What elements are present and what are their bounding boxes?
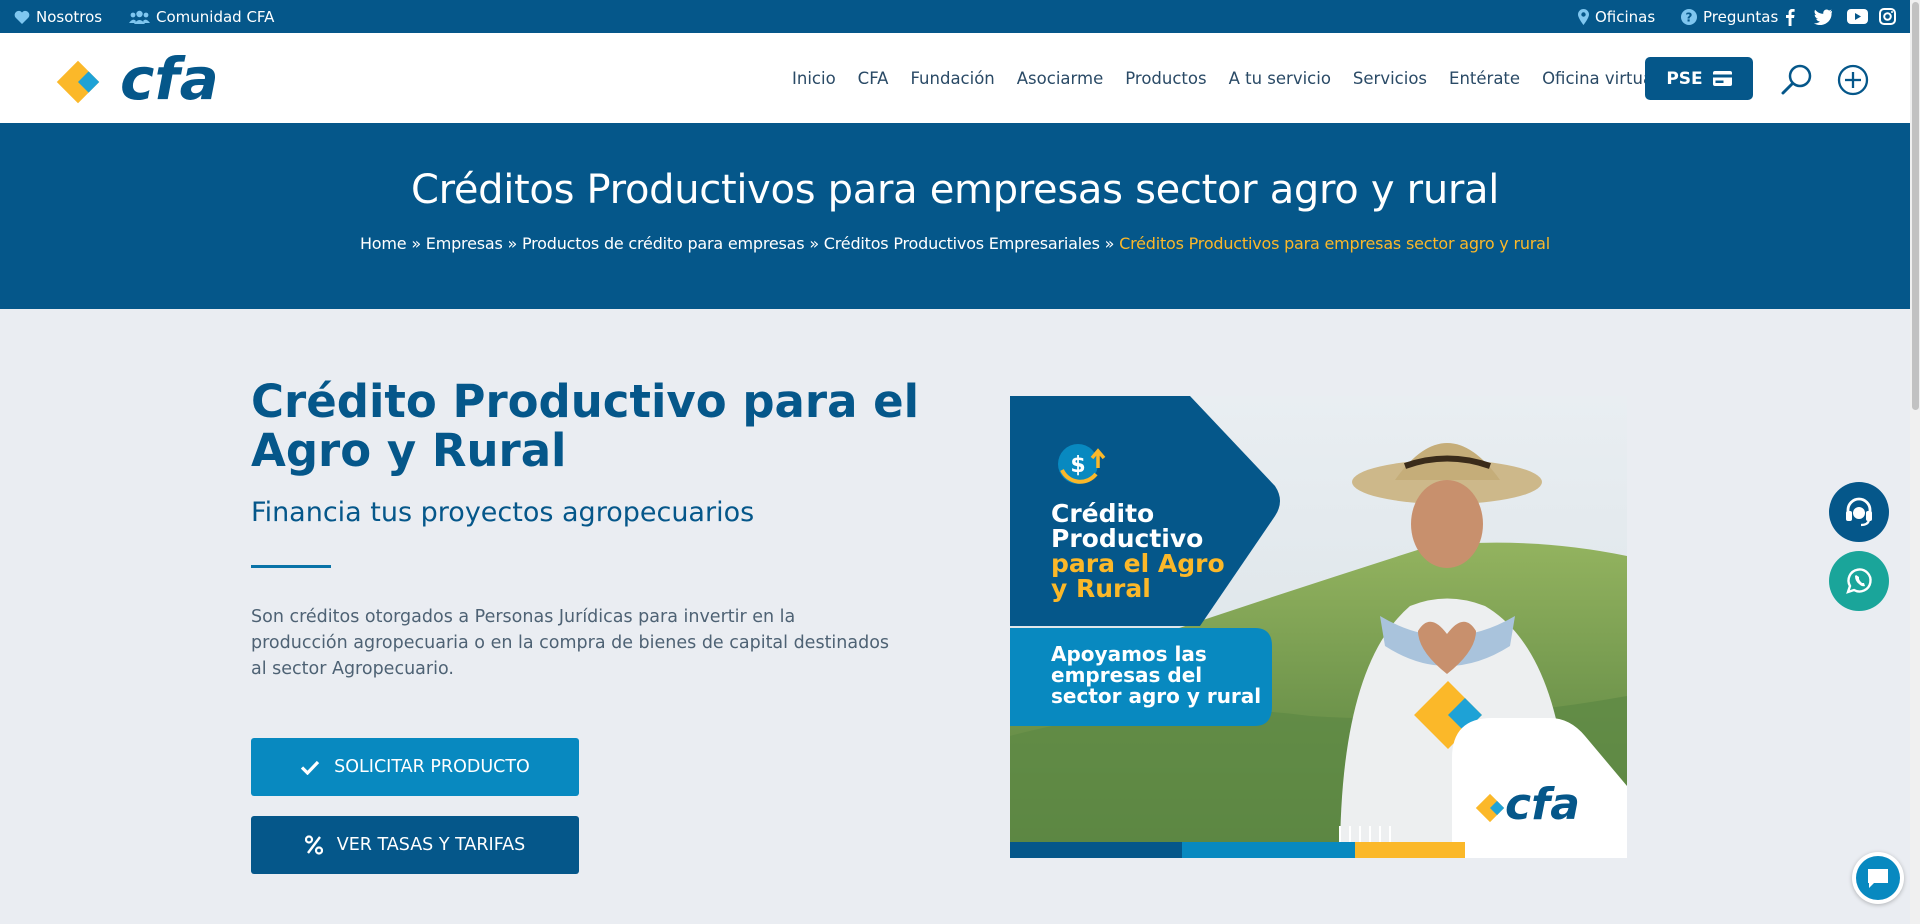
youtube-icon xyxy=(1847,9,1868,24)
nav-asociarme[interactable]: Asociarme xyxy=(1017,69,1103,88)
twitter-icon xyxy=(1813,8,1832,25)
nav-fundacion[interactable]: Fundación xyxy=(910,69,994,88)
title-divider xyxy=(251,565,331,568)
breadcrumb-empresas[interactable]: Empresas xyxy=(426,234,503,253)
check-icon xyxy=(301,760,320,775)
users-icon xyxy=(129,10,150,24)
support-agent-button[interactable] xyxy=(1829,482,1889,542)
breadcrumb-creditos-productivos[interactable]: Créditos Productivos Empresariales xyxy=(824,234,1100,253)
instagram-icon xyxy=(1879,8,1896,25)
pse-button[interactable]: PSE xyxy=(1645,57,1753,100)
whatsapp-button[interactable] xyxy=(1829,551,1889,611)
promo-logo-text: cfa xyxy=(1505,779,1580,830)
breadcrumb-productos-credito[interactable]: Productos de crédito para empresas xyxy=(522,234,805,253)
top-bar: Nosotros Comunidad CFA Oficinas ? Pregun… xyxy=(0,0,1910,33)
nav-enterate[interactable]: Entérate xyxy=(1449,69,1520,88)
promo-subline: Apoyamos las empresas del sector agro y … xyxy=(1051,644,1261,707)
instagram-link[interactable] xyxy=(1879,0,1896,33)
breadcrumb-separator: » xyxy=(809,234,819,253)
svg-text:cfa: cfa xyxy=(120,49,215,109)
nav-oficina-virtual[interactable]: Oficina virtual xyxy=(1542,69,1658,88)
svg-text:?: ? xyxy=(1686,10,1693,24)
promo-line4: y Rural xyxy=(1051,574,1151,603)
twitter-link[interactable] xyxy=(1813,0,1832,33)
oficinas-link[interactable]: Oficinas xyxy=(1578,0,1655,33)
breadcrumb-separator: » xyxy=(1104,234,1115,253)
add-button[interactable] xyxy=(1836,63,1870,97)
promo-line1: Crédito xyxy=(1051,499,1155,528)
promo-sub2: empresas del xyxy=(1051,663,1203,687)
comunidad-link[interactable]: Comunidad CFA xyxy=(129,0,274,33)
oficinas-label: Oficinas xyxy=(1595,7,1656,26)
preguntas-link[interactable]: ? Preguntas xyxy=(1681,0,1778,33)
page-hero: Créditos Productivos para empresas secto… xyxy=(0,123,1910,309)
nav-cfa[interactable]: CFA xyxy=(858,69,889,88)
promo-sub1: Apoyamos las xyxy=(1051,642,1207,666)
nav-productos[interactable]: Productos xyxy=(1125,69,1206,88)
headset-icon xyxy=(1846,497,1872,527)
chat-launcher-inner xyxy=(1856,856,1900,900)
chat-icon xyxy=(1868,869,1888,888)
main-nav: Inicio CFA Fundación Asociarme Productos… xyxy=(792,33,1658,123)
breadcrumb: Home » Empresas » Productos de crédito p… xyxy=(0,234,1910,253)
promo-line3: para el Agro xyxy=(1051,549,1225,578)
promo-headline: Crédito Productivo para el Agro y Rural xyxy=(1051,501,1225,601)
comunidad-label: Comunidad CFA xyxy=(156,7,275,26)
percent-icon xyxy=(304,835,323,855)
promo-sub3: sector agro y rural xyxy=(1051,684,1262,708)
nav-servicios[interactable]: Servicios xyxy=(1353,69,1427,88)
product-subtitle: Financia tus proyectos agropecuarios xyxy=(251,497,755,528)
map-pin-icon xyxy=(1578,8,1589,25)
plus-circle-icon xyxy=(1837,64,1869,96)
whatsapp-icon xyxy=(1846,568,1872,594)
search-icon xyxy=(1781,64,1812,95)
nosotros-label: Nosotros xyxy=(36,7,103,26)
product-description: Son créditos otorgados a Personas Jurídi… xyxy=(251,607,890,679)
solicitar-producto-button[interactable]: SOLICITAR PRODUCTO xyxy=(251,738,579,796)
youtube-link[interactable] xyxy=(1847,0,1868,33)
facebook-link[interactable] xyxy=(1785,0,1795,33)
heart-icon xyxy=(14,10,30,24)
ver-tasas-label: VER TASAS Y TARIFAS xyxy=(336,835,526,855)
main-header: cfa Inicio CFA Fundación Asociarme Produ… xyxy=(0,33,1910,123)
breadcrumb-separator: » xyxy=(507,234,518,253)
promo-line2: Productivo xyxy=(1051,524,1204,553)
chat-launcher[interactable] xyxy=(1852,852,1904,904)
breadcrumb-separator: » xyxy=(411,234,421,253)
cfa-logo[interactable]: cfa xyxy=(55,45,219,113)
scrollbar-thumb[interactable] xyxy=(1912,2,1919,410)
page-title: Créditos Productivos para empresas secto… xyxy=(410,167,1500,213)
promo-banner: $ Crédito Productivo para el Agro y Rura… xyxy=(1010,396,1627,858)
nav-inicio[interactable]: Inicio xyxy=(792,69,836,88)
ver-tasas-button[interactable]: VER TASAS Y TARIFAS xyxy=(251,816,579,874)
svg-text:$: $ xyxy=(1070,453,1085,478)
pse-label: PSE xyxy=(1666,68,1703,89)
search-button[interactable] xyxy=(1780,63,1814,97)
preguntas-label: Preguntas xyxy=(1703,7,1779,26)
nosotros-link[interactable]: Nosotros xyxy=(14,0,102,33)
facebook-icon xyxy=(1786,8,1795,26)
breadcrumb-home[interactable]: Home xyxy=(360,234,407,253)
question-circle-icon: ? xyxy=(1681,8,1697,25)
solicitar-producto-label: SOLICITAR PRODUCTO xyxy=(334,757,530,777)
product-title: Crédito Productivo para el Agro y Rural xyxy=(251,375,920,477)
breadcrumb-current: Créditos Productivos para empresas secto… xyxy=(1119,234,1551,253)
nav-a-tu-servicio[interactable]: A tu servicio xyxy=(1229,69,1331,88)
credit-card-icon xyxy=(1712,71,1732,86)
